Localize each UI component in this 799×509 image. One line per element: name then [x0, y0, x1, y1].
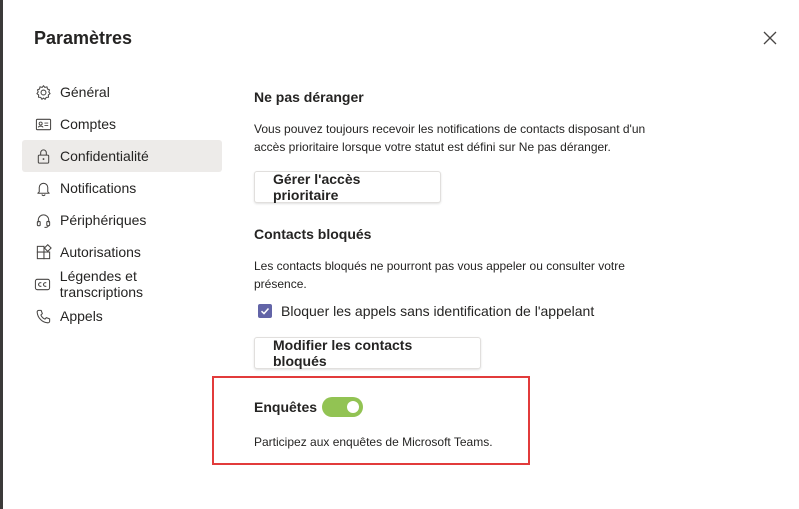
sidebar-item-label: Autorisations: [60, 244, 141, 260]
manage-priority-access-button[interactable]: Gérer l'accès prioritaire: [254, 171, 441, 203]
lock-icon: [34, 147, 52, 165]
dialog-title: Paramètres: [34, 28, 133, 48]
gear-icon: [34, 83, 52, 101]
sidebar-item-label: Périphériques: [60, 212, 147, 228]
headset-icon: [34, 211, 52, 229]
surveys-description: Participez aux enquêtes de Microsoft Tea…: [254, 435, 493, 449]
dnd-description: Vous pouvez toujours recevoir les notifi…: [254, 122, 646, 154]
toggle-knob: [347, 401, 359, 413]
sidebar-item-label: Appels: [60, 308, 103, 324]
phone-icon: [34, 307, 52, 325]
checkmark-icon: [260, 307, 270, 315]
sidebar-item-accounts[interactable]: Comptes: [22, 108, 222, 140]
blocked-contacts-description: Les contacts bloqués ne pourront pas vou…: [254, 259, 625, 291]
account-card-icon: [34, 115, 52, 133]
block-anonymous-calls-option[interactable]: Bloquer les appels sans identification d…: [258, 303, 594, 319]
settings-sidebar: Général Comptes Confidentialité Notifica…: [22, 76, 222, 332]
block-anonymous-calls-checkbox[interactable]: [258, 304, 272, 318]
sidebar-item-permissions[interactable]: Autorisations: [22, 236, 222, 268]
sidebar-item-label: Légendes et transcriptions: [59, 268, 144, 300]
window-edge: [0, 0, 3, 509]
surveys-title: Enquêtes: [254, 399, 318, 415]
apps-grid-icon: [34, 243, 52, 261]
sidebar-item-calls[interactable]: Appels: [22, 300, 222, 332]
sidebar-item-label: Notifications: [60, 180, 137, 196]
block-anonymous-calls-label: Bloquer les appels sans identification d…: [281, 303, 595, 319]
settings-dialog: Paramètres Général Comptes Confidentiali…: [0, 0, 799, 509]
sidebar-item-label: Général: [60, 84, 110, 100]
close-button[interactable]: [760, 28, 780, 48]
surveys-highlight-box: [212, 376, 530, 465]
sidebar-item-label: Comptes: [60, 116, 117, 132]
sidebar-item-label: Confidentialité: [60, 148, 149, 164]
sidebar-item-devices[interactable]: Périphériques: [22, 204, 222, 236]
cc-icon: [34, 275, 52, 293]
sidebar-item-notifications[interactable]: Notifications: [22, 172, 222, 204]
close-icon: [763, 31, 777, 45]
bell-icon: [34, 179, 52, 197]
surveys-toggle[interactable]: [322, 397, 363, 417]
sidebar-item-general[interactable]: Général: [22, 76, 222, 108]
sidebar-item-captions[interactable]: Légendes et transcriptions: [22, 268, 222, 300]
sidebar-item-privacy[interactable]: Confidentialité: [22, 140, 222, 172]
blocked-contacts-title: Contacts bloqués: [254, 226, 372, 242]
edit-blocked-contacts-button[interactable]: Modifier les contacts bloqués: [254, 337, 481, 369]
dnd-section-title: Ne pas déranger: [254, 89, 364, 105]
